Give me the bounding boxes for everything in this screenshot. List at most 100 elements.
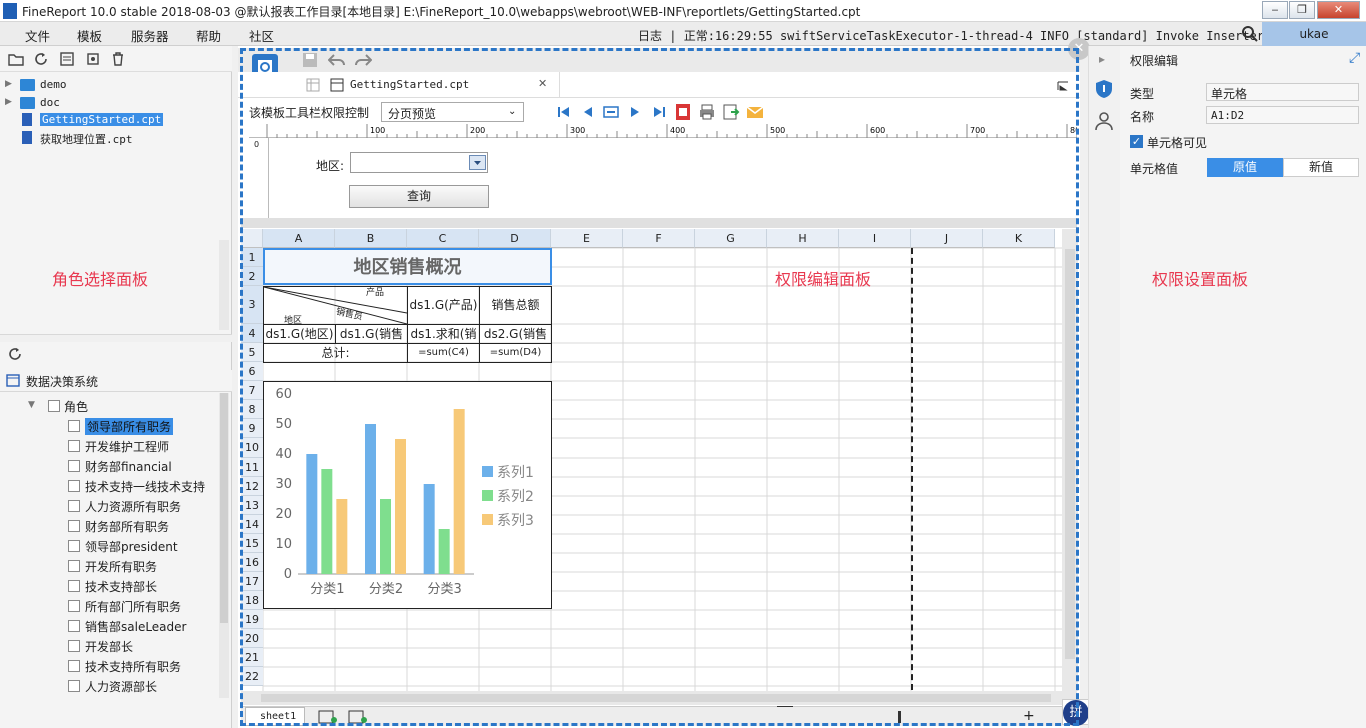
grid-horizontal-scrollbar[interactable] [241,691,1077,705]
role-checkbox[interactable] [68,680,80,692]
tree-scrollbar[interactable] [219,240,229,330]
print-icon[interactable] [698,103,716,121]
refresh-roles-icon[interactable] [8,347,22,361]
user-permission-icon[interactable] [1093,110,1115,132]
cell-b4[interactable]: ds1.G(销售 [335,324,408,344]
menu-template[interactable]: 模板 [77,26,102,45]
row-header[interactable]: 6 [241,362,263,381]
role-checkbox[interactable] [68,420,80,432]
zoom-in-icon[interactable]: + [1023,708,1035,724]
close-editor-icon[interactable]: ✕ [1068,38,1090,60]
search-icon[interactable] [1241,25,1259,43]
settings-icon[interactable] [85,51,101,67]
role-checkbox[interactable] [68,580,80,592]
role-checkbox[interactable] [68,640,80,652]
role-checkbox[interactable] [68,560,80,572]
prev-page-icon[interactable] [579,103,597,121]
row-header[interactable]: 1 [241,248,263,267]
expand-arrow-icon[interactable]: ▶ [5,97,12,107]
region-combo[interactable] [350,152,488,173]
slash-header-cell[interactable]: 产品 销售员 地区 [263,286,408,325]
column-header[interactable]: G [695,229,767,248]
sheet-tab[interactable]: sheet1 [245,707,305,726]
row-header[interactable]: 11 [241,458,263,477]
refresh-icon[interactable] [33,51,49,67]
expand-panel-icon[interactable]: ⤢ [1349,50,1360,66]
row-header[interactable]: 9 [241,419,263,438]
row-header[interactable]: 5 [241,343,263,362]
column-header[interactable]: H [767,229,839,248]
menu-community[interactable]: 社区 [249,26,274,45]
row-header[interactable]: 3 [241,286,263,324]
cell-a4[interactable]: ds1.G(地区) [263,324,336,344]
first-page-icon[interactable] [555,103,573,121]
column-header[interactable]: I [839,229,911,248]
open-folder-icon[interactable] [8,52,24,66]
row-header[interactable]: 15 [241,534,263,553]
row-header[interactable]: 14 [241,515,263,534]
row-header[interactable]: 17 [241,572,263,591]
roles-scrollbar[interactable] [219,393,229,698]
user-name[interactable]: ukae [1262,22,1366,46]
column-header[interactable]: B [335,229,407,248]
role-checkbox[interactable] [68,500,80,512]
role-checkbox[interactable] [68,660,80,672]
tab-menu-icon[interactable] [1056,78,1070,92]
delete-icon[interactable] [110,51,126,67]
row-header[interactable]: 18 [241,591,263,610]
cell-visible-checkbox[interactable]: ✓ [1130,135,1143,148]
column-header[interactable]: D [479,229,551,248]
grid-vertical-scrollbar[interactable] [1062,229,1078,691]
cell-total[interactable]: 总计: [263,343,408,363]
next-page-icon[interactable] [626,103,644,121]
save-icon[interactable] [302,52,318,68]
cell-c5[interactable]: =sum(C4) [407,343,480,363]
cell-d4[interactable]: ds2.G(销售 [479,324,552,344]
undo-icon[interactable] [328,52,346,68]
row-header[interactable]: 10 [241,438,263,458]
add-sheet-icon[interactable] [318,710,338,724]
shield-icon[interactable] [1093,78,1115,100]
pdf-export-icon[interactable] [674,103,692,121]
redo-icon[interactable] [354,52,372,68]
ime-logo-icon[interactable]: 拼 [1063,700,1089,726]
maximize-button[interactable]: ❐ [1289,1,1315,19]
export-icon[interactable] [722,103,740,121]
column-header[interactable]: K [983,229,1055,248]
query-button[interactable]: 查询 [349,185,489,208]
tree-item-doc[interactable]: ▶ doc [0,94,232,112]
column-header[interactable]: E [551,229,623,248]
row-header[interactable]: 4 [241,324,263,343]
last-page-icon[interactable] [650,103,668,121]
role-checkbox[interactable] [68,460,80,472]
row-header[interactable]: 19 [241,610,263,629]
template-icon[interactable] [59,51,75,67]
cell-c4[interactable]: ds1.求和(销 [407,324,480,344]
role-checkbox[interactable] [68,540,80,552]
chart-cell[interactable]: 0 10 20 30 40 50 60 分类1 分类2 分类3 系列1 系列2 系列3 [263,381,552,609]
zoom-slider[interactable] [898,711,901,723]
row-header[interactable]: 20 [241,629,263,648]
zoom-out-icon[interactable] [777,706,793,707]
row-header[interactable]: 12 [241,477,263,496]
role-checkbox[interactable] [68,440,80,452]
row-header[interactable]: 16 [241,553,263,572]
column-header[interactable]: F [623,229,695,248]
report-title-cell[interactable]: 地区销售概况 [263,248,552,285]
add-polyblock-icon[interactable] [348,710,368,724]
email-icon[interactable] [746,103,764,121]
tree-item-demo[interactable]: ▶ demo [0,76,232,94]
minimize-button[interactable]: ‒ [1262,1,1288,19]
panel-splitter[interactable] [0,334,232,342]
role-checkbox[interactable] [68,600,80,612]
cell-d3[interactable]: 销售总额 [479,286,552,325]
role-root-checkbox[interactable] [48,400,60,412]
collapse-right-icon[interactable]: ▸ [1099,52,1105,66]
row-header[interactable]: 8 [241,400,263,419]
param-divider[interactable] [241,218,1077,228]
row-header[interactable]: 22 [241,667,263,686]
close-button[interactable]: ✕ [1317,1,1360,19]
new-value-toggle[interactable]: 新值 [1283,158,1359,177]
role-checkbox[interactable] [68,620,80,632]
column-header[interactable]: J [911,229,983,248]
